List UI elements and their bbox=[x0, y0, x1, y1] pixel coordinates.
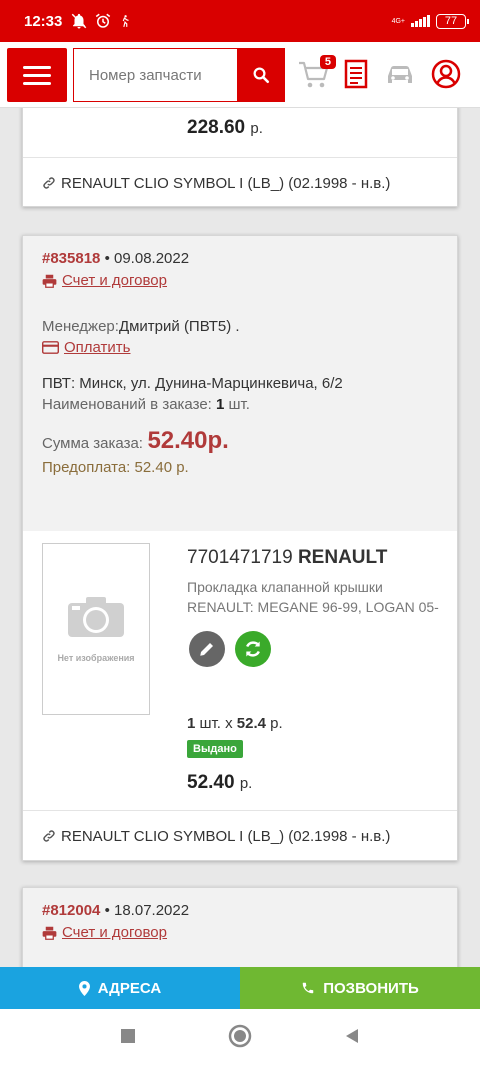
document-icon bbox=[344, 59, 368, 89]
invoice-link[interactable]: Счет и договор bbox=[42, 924, 167, 941]
recent-apps-button[interactable] bbox=[120, 1028, 136, 1049]
items-count: 1 bbox=[216, 395, 225, 413]
manager-label: Менеджер: bbox=[42, 317, 119, 335]
pickup-point: ПВТ: Минск, ул. Дунина-Марцинкевича, 6/2 bbox=[42, 374, 343, 392]
bottom-action-bar: АДРЕСА ПОЗВОНИТЬ bbox=[0, 967, 480, 1009]
item-title: 7701471719 RENAULT bbox=[187, 547, 387, 569]
user-icon bbox=[431, 59, 461, 89]
item-total: 228.60 р. bbox=[187, 117, 263, 138]
garage-button[interactable] bbox=[382, 56, 418, 92]
order-summary: #835818 • 09.08.2022 Счет и договор Мене… bbox=[23, 236, 457, 531]
phone-icon bbox=[302, 982, 314, 994]
orders-list: 228.60 р. RENAULT CLIO SYMBOL I (LB_) (0… bbox=[0, 108, 480, 968]
link-icon bbox=[43, 177, 55, 189]
alarm-icon bbox=[96, 13, 111, 28]
car-icon bbox=[388, 66, 412, 83]
link-icon bbox=[43, 830, 55, 842]
printer-icon bbox=[42, 926, 57, 940]
refresh-icon bbox=[246, 641, 260, 657]
walk-icon bbox=[123, 15, 130, 27]
square-icon bbox=[121, 1028, 135, 1043]
camera-icon bbox=[68, 597, 124, 637]
no-image-placeholder: Нет изображения bbox=[42, 543, 150, 715]
manager-name: Дмитрий (ПВТ5) . bbox=[118, 317, 240, 335]
part-brand: RENAULT bbox=[297, 547, 388, 568]
pencil-icon bbox=[200, 643, 213, 656]
search-button[interactable] bbox=[237, 48, 285, 102]
cart-button[interactable]: 5 bbox=[296, 55, 336, 92]
order-date: • 09.08.2022 bbox=[104, 250, 190, 267]
status-bar: 12:33 4G+ 77 bbox=[0, 0, 480, 42]
back-button[interactable] bbox=[344, 1028, 360, 1049]
item-quantity: 1 шт. x 52.4 р. bbox=[187, 715, 283, 732]
item-description: Прокладка клапанной крышки RENAULT: MEGA… bbox=[187, 579, 439, 615]
invoice-link[interactable]: Счет и договор bbox=[42, 272, 167, 289]
printer-icon bbox=[42, 274, 57, 288]
part-code: 7701471719 bbox=[187, 547, 293, 568]
edit-button[interactable] bbox=[189, 631, 225, 667]
order-card-next: #812004 • 18.07.2022 Счет и договор bbox=[22, 887, 458, 968]
order-number[interactable]: #835818 bbox=[42, 250, 100, 267]
battery-icon: 77 bbox=[436, 13, 469, 29]
orders-button[interactable] bbox=[338, 56, 374, 92]
order-card-previous: 228.60 р. RENAULT CLIO SYMBOL I (LB_) (0… bbox=[22, 108, 458, 207]
app-header: 5 bbox=[0, 42, 480, 108]
notifications-off-icon bbox=[72, 13, 87, 29]
network-type: 4G+ bbox=[391, 17, 405, 25]
order-card: #835818 • 09.08.2022 Счет и договор Мене… bbox=[22, 235, 458, 861]
order-item: Нет изображения 7701471719 RENAULT Прокл… bbox=[23, 531, 457, 810]
sum-label: Сумма заказа: bbox=[42, 434, 143, 452]
system-nav-bar bbox=[0, 1009, 480, 1067]
addresses-button[interactable]: АДРЕСА bbox=[0, 967, 240, 1009]
pay-link[interactable]: Оплатить bbox=[42, 339, 131, 356]
order-number[interactable]: #812004 bbox=[42, 902, 100, 919]
item-total: 52.40 р. bbox=[187, 772, 253, 793]
order-sum: 52.40р. bbox=[147, 426, 229, 454]
circle-icon bbox=[228, 1024, 252, 1047]
triangle-back-icon bbox=[346, 1028, 358, 1043]
order-date: • 18.07.2022 bbox=[104, 902, 190, 919]
menu-button[interactable] bbox=[7, 48, 67, 102]
call-button[interactable]: ПОЗВОНИТЬ bbox=[240, 967, 480, 1009]
status-time: 12:33 bbox=[24, 12, 63, 30]
prepayment: Предоплата: 52.40 р. bbox=[42, 458, 189, 476]
credit-card-icon bbox=[42, 340, 59, 354]
home-button[interactable] bbox=[228, 1024, 252, 1053]
status-badge: Выдано bbox=[187, 740, 243, 758]
battery-level: 77 bbox=[444, 15, 458, 27]
search-icon bbox=[253, 67, 270, 84]
map-marker-icon bbox=[78, 980, 90, 996]
part-number-search-input[interactable] bbox=[73, 48, 237, 102]
signal-icon bbox=[411, 15, 430, 27]
reorder-button[interactable] bbox=[235, 631, 271, 667]
vehicle-info: RENAULT CLIO SYMBOL I (LB_) (02.1998 - н… bbox=[23, 157, 457, 208]
vehicle-info: RENAULT CLIO SYMBOL I (LB_) (02.1998 - н… bbox=[23, 810, 457, 861]
cart-count-badge: 5 bbox=[319, 55, 336, 69]
profile-button[interactable] bbox=[428, 56, 464, 92]
